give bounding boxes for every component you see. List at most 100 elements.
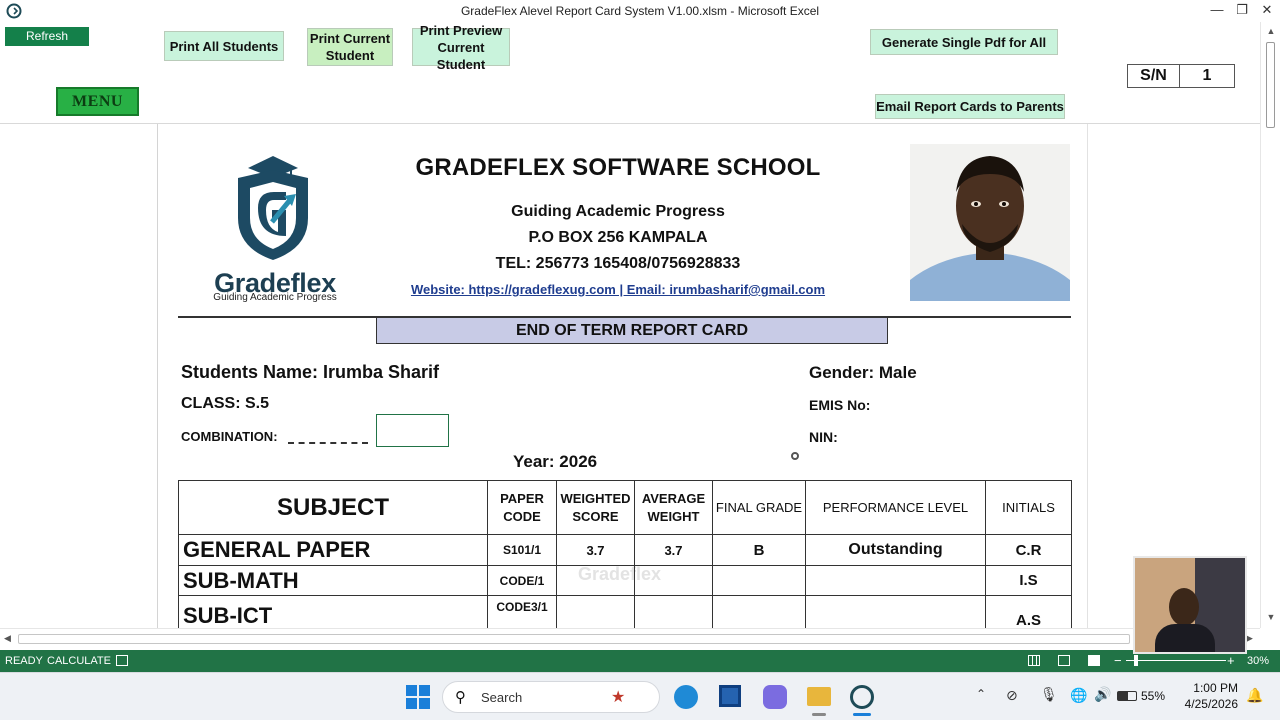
status-bar: READY CALCULATE − + 30% bbox=[0, 650, 1280, 672]
school-address: P.O BOX 256 KAMPALA bbox=[528, 229, 708, 246]
taskbar-search-box[interactable]: ⚲ Search ★ bbox=[442, 681, 660, 713]
initials-cell[interactable]: C.R bbox=[985, 534, 1072, 566]
subject-cell[interactable]: SUB-ICT bbox=[178, 595, 488, 628]
horizontal-scroll-thumb[interactable] bbox=[18, 634, 1130, 644]
zoom-in-icon[interactable]: + bbox=[1227, 653, 1235, 668]
title-bar: GradeFlex Alevel Report Card System V1.0… bbox=[0, 0, 1280, 22]
grades-table: SUBJECT PAPER CODE WEIGHTED SCORE AVERAGE W… bbox=[178, 480, 1072, 628]
performance-cell[interactable] bbox=[805, 595, 986, 628]
paper-code-cell[interactable]: CODE/1 bbox=[487, 565, 557, 596]
horizontal-scrollbar[interactable]: ◀ ▶ bbox=[0, 628, 1260, 650]
zoom-out-icon[interactable]: − bbox=[1114, 653, 1122, 668]
file-explorer-icon[interactable] bbox=[807, 687, 831, 706]
refresh-button[interactable]: Refresh bbox=[5, 27, 89, 46]
print-preview-button[interactable]: Print Preview Current Student bbox=[412, 23, 510, 72]
menu-button[interactable]: MENU bbox=[56, 87, 139, 116]
performance-cell[interactable] bbox=[805, 565, 986, 596]
globe-icon[interactable]: 🌐 bbox=[1070, 687, 1087, 704]
scroll-left-icon[interactable]: ◀ bbox=[4, 633, 11, 644]
table-row[interactable]: SUB-MATH CODE/1 I.S bbox=[178, 565, 1072, 596]
microphone-icon[interactable]: 🎙 bbox=[1040, 686, 1058, 703]
school-name: GRADEFLEX SOFTWARE SCHOOL bbox=[415, 154, 821, 181]
print-current-student-button[interactable]: Print Current Student bbox=[307, 28, 393, 66]
nin-number: NIN: bbox=[809, 429, 838, 445]
normal-view-icon[interactable] bbox=[1028, 655, 1040, 666]
battery-percentage[interactable]: 55% bbox=[1141, 689, 1165, 703]
initials-cell[interactable]: I.S bbox=[985, 565, 1072, 596]
subject-cell[interactable]: SUB-MATH bbox=[178, 565, 488, 596]
scroll-up-icon[interactable]: ▲ bbox=[1261, 26, 1280, 36]
student-gender: Gender: Male bbox=[809, 363, 917, 382]
email-report-cards-button[interactable]: Email Report Cards to Parents bbox=[875, 94, 1065, 119]
clock-date[interactable]: 4/25/2026 bbox=[1172, 697, 1238, 711]
store-icon[interactable] bbox=[719, 685, 741, 707]
average-weight-cell[interactable]: 3.7 bbox=[634, 534, 713, 566]
left-margin-column bbox=[0, 124, 158, 628]
final-grade-cell[interactable] bbox=[712, 595, 806, 628]
sn-value[interactable]: 1 bbox=[1180, 65, 1234, 87]
table-row[interactable]: SUB-ICT CODE3/1 A.S bbox=[178, 595, 1072, 628]
subject-cell[interactable]: GENERAL PAPER bbox=[178, 534, 488, 566]
right-margin-column bbox=[1087, 124, 1260, 628]
gradeflex-taskbar-icon[interactable] bbox=[850, 685, 874, 709]
gradeflex-shield-logo bbox=[238, 156, 308, 260]
weighted-score-cell[interactable] bbox=[556, 595, 635, 628]
battery-icon[interactable] bbox=[1117, 691, 1137, 701]
zoom-level[interactable]: 30% bbox=[1247, 655, 1269, 667]
zoom-slider-thumb[interactable] bbox=[1134, 655, 1138, 666]
taskbar: ⚲ Search ★ ⌃ ⊘ 🎙 🌐 🔊 55% 1:00 PM 4/25/20… bbox=[0, 672, 1280, 720]
generate-pdf-button[interactable]: Generate Single Pdf for All bbox=[870, 29, 1058, 55]
vertical-scroll-thumb[interactable] bbox=[1266, 42, 1275, 128]
clock-time[interactable]: 1:00 PM bbox=[1178, 681, 1238, 695]
status-calculate[interactable]: CALCULATE bbox=[47, 655, 111, 667]
macro-record-icon[interactable] bbox=[116, 655, 128, 666]
worksheet[interactable]: Gradeflex Guiding Academic Progress GRAD… bbox=[0, 124, 1260, 628]
school-motto: Guiding Academic Progress bbox=[511, 203, 725, 220]
average-weight-cell[interactable] bbox=[634, 565, 713, 596]
zoom-slider-track[interactable] bbox=[1126, 660, 1226, 661]
print-preview-label-line2: Current Student bbox=[436, 39, 486, 72]
control-panel: Refresh MENU Print All Students Print Cu… bbox=[0, 22, 1260, 124]
serial-number-box[interactable]: S/N 1 bbox=[1127, 64, 1235, 88]
tray-chevron-icon[interactable]: ⌃ bbox=[976, 687, 986, 701]
volume-icon[interactable]: 🔊 bbox=[1094, 686, 1111, 703]
print-all-students-button[interactable]: Print All Students bbox=[164, 31, 284, 61]
explorer-running-indicator bbox=[812, 713, 826, 716]
window-title: GradeFlex Alevel Report Card System V1.0… bbox=[460, 4, 820, 18]
paper-code-cell[interactable]: S101/1 bbox=[487, 534, 557, 566]
close-icon[interactable]: ✕ bbox=[1255, 0, 1279, 22]
initials-cell[interactable]: A.S bbox=[985, 595, 1072, 628]
notification-bell-icon[interactable]: 🔔 bbox=[1246, 687, 1263, 704]
search-icon: ⚲ bbox=[455, 689, 466, 706]
weighted-score-cell[interactable]: 3.7 bbox=[556, 534, 635, 566]
header-weighted-line1: WEIGHTED bbox=[560, 490, 631, 506]
school-website-link[interactable]: Website: https://gradeflexug.com | Email… bbox=[358, 282, 878, 297]
final-grade-cell[interactable] bbox=[712, 565, 806, 596]
report-year: Year: 2026 bbox=[513, 452, 598, 471]
restore-icon[interactable]: ❐ bbox=[1230, 0, 1254, 22]
windows-start-icon[interactable] bbox=[406, 685, 430, 709]
minimize-icon[interactable]: — bbox=[1205, 0, 1229, 22]
page-layout-view-icon[interactable] bbox=[1058, 655, 1070, 666]
combination-blank-line bbox=[288, 442, 368, 444]
vertical-scrollbar[interactable]: ▲ ▼ bbox=[1260, 22, 1280, 628]
student-class: CLASS: S.5 bbox=[181, 395, 270, 412]
page-break-view-icon[interactable] bbox=[1088, 655, 1100, 666]
performance-cell[interactable]: Outstanding bbox=[805, 534, 986, 566]
edge-browser-icon[interactable] bbox=[674, 685, 698, 709]
copilot-icon[interactable] bbox=[763, 685, 787, 709]
scroll-down-icon[interactable]: ▼ bbox=[1261, 612, 1280, 622]
student-name: Students Name: Irumba Sharif bbox=[181, 362, 440, 382]
scroll-right-icon[interactable]: ▶ bbox=[1246, 633, 1253, 644]
paper-code-cell[interactable]: CODE3/1 bbox=[487, 595, 557, 628]
final-grade-cell[interactable]: B bbox=[712, 534, 806, 566]
active-app-indicator bbox=[853, 713, 871, 716]
weighted-score-cell[interactable] bbox=[556, 565, 635, 596]
table-row[interactable]: GENERAL PAPER S101/1 3.7 3.7 B Outstandi… bbox=[178, 534, 1072, 566]
selected-cell[interactable] bbox=[376, 414, 449, 447]
average-weight-cell[interactable] bbox=[634, 595, 713, 628]
webcam-person bbox=[1169, 588, 1199, 626]
header-average-line1: AVERAGE bbox=[641, 490, 706, 506]
print-current-label-line1: Print Current bbox=[309, 31, 391, 46]
network-off-icon[interactable]: ⊘ bbox=[1006, 687, 1018, 704]
